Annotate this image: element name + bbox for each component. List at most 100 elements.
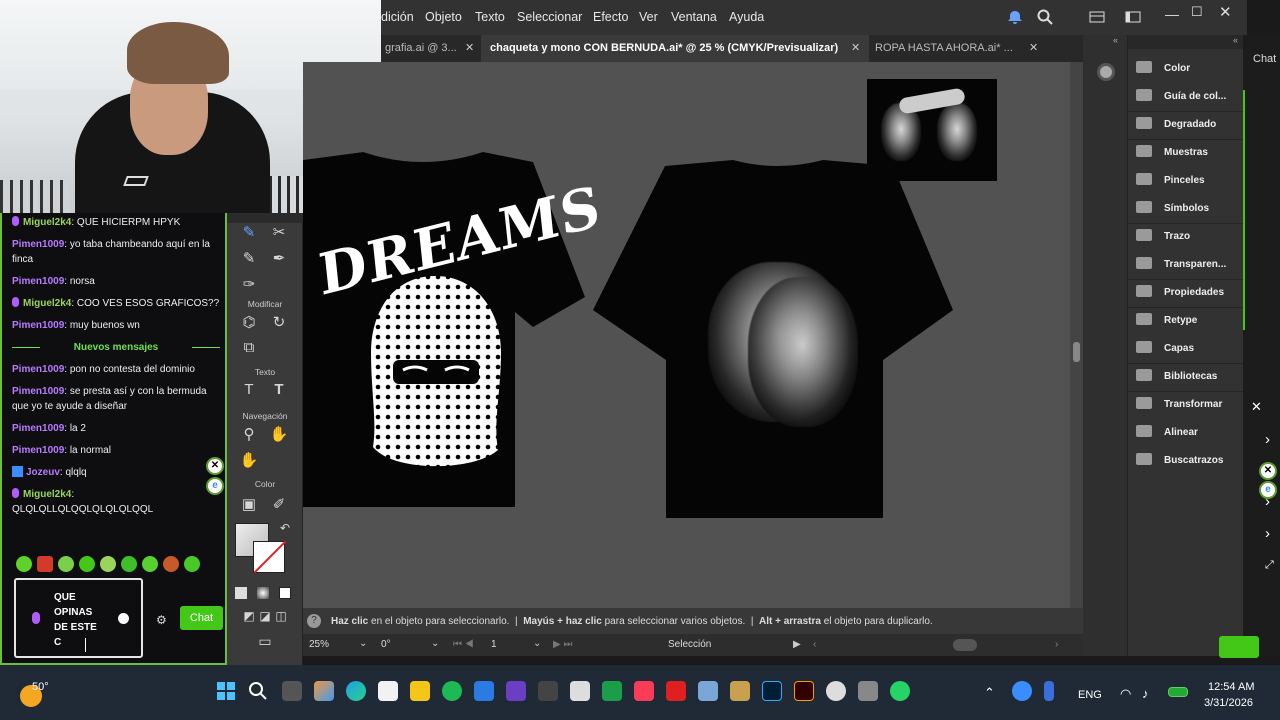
- search-icon[interactable]: [1037, 9, 1053, 25]
- emote-icon[interactable]: [16, 556, 32, 572]
- obs-icon[interactable]: [826, 681, 846, 701]
- menu-item-ventana[interactable]: Ventana: [671, 10, 717, 24]
- microphone-icon[interactable]: [1044, 681, 1054, 701]
- app-icon[interactable]: [730, 681, 750, 701]
- menu-item-edicion[interactable]: dición: [381, 10, 414, 24]
- calculator-icon[interactable]: [698, 681, 718, 701]
- side-chat-button[interactable]: [1219, 636, 1259, 658]
- panel-color[interactable]: Color: [1136, 59, 1190, 79]
- settings-icon[interactable]: [858, 681, 878, 701]
- screen-mode-icon[interactable]: ▭: [255, 633, 275, 650]
- edge-browser-icon[interactable]: [346, 681, 366, 701]
- shape-builder-tool-icon[interactable]: ⧉: [239, 339, 259, 356]
- maximize-button[interactable]: ☐: [1191, 4, 1203, 20]
- emote-icon[interactable]: [37, 556, 53, 572]
- minimize-button[interactable]: —: [1165, 6, 1179, 22]
- music-icon[interactable]: [634, 681, 654, 701]
- collapse-icon[interactable]: «: [1233, 35, 1238, 45]
- spreadsheet-icon[interactable]: [602, 681, 622, 701]
- edge-icon[interactable]: e: [206, 477, 224, 495]
- bell-icon[interactable]: [1007, 9, 1023, 25]
- collapse-icon[interactable]: «: [1113, 35, 1118, 45]
- chevron-up-icon[interactable]: ⌃: [984, 685, 995, 701]
- artboard-number[interactable]: 1: [491, 639, 497, 650]
- photoshop-icon[interactable]: [762, 681, 782, 701]
- chevron-down-icon[interactable]: ⌄: [533, 638, 541, 649]
- panel-layers[interactable]: Capas: [1136, 339, 1194, 359]
- menu-item-seleccionar[interactable]: Seleccionar: [517, 10, 582, 24]
- chat-username[interactable]: Miguel2k4: [23, 489, 71, 500]
- panel-pathfinder[interactable]: Buscatrazos: [1136, 451, 1223, 471]
- panel-libraries[interactable]: Bibliotecas: [1136, 367, 1217, 387]
- panel-swatches[interactable]: Muestras: [1136, 143, 1208, 163]
- close-tab-icon[interactable]: ✕: [465, 35, 474, 62]
- panel-symbols[interactable]: Símbolos: [1136, 199, 1209, 219]
- scroll-right-icon[interactable]: ›: [1055, 639, 1058, 650]
- language-indicator[interactable]: ENG: [1078, 689, 1102, 701]
- search-icon[interactable]: [248, 681, 268, 701]
- chat-username[interactable]: Pimen1009: [12, 386, 64, 397]
- chat-username[interactable]: Pimen1009: [12, 423, 64, 434]
- clock-date[interactable]: 3/31/2026: [1204, 697, 1253, 709]
- emote-icon[interactable]: [121, 556, 137, 572]
- chat-username[interactable]: Pimen1009: [12, 364, 64, 375]
- cloud-icon[interactable]: [1012, 681, 1032, 701]
- chat-input[interactable]: QUE OPINAS DE ESTE C: [14, 578, 143, 658]
- properties-icon[interactable]: [1097, 63, 1115, 81]
- chat-username[interactable]: Pimen1009: [12, 445, 64, 456]
- panel-color-guide[interactable]: Guía de col...: [1136, 87, 1226, 107]
- pen-tool-icon[interactable]: ✎: [239, 223, 259, 241]
- width-tool-icon[interactable]: ⌬: [239, 313, 259, 331]
- chevron-right-icon[interactable]: ›: [1265, 525, 1270, 542]
- emote-icon[interactable]: [100, 556, 116, 572]
- chevron-down-icon[interactable]: ⌄: [431, 638, 439, 649]
- panel-align[interactable]: Alinear: [1136, 423, 1198, 443]
- file-explorer-icon[interactable]: [410, 681, 430, 701]
- emote-icon[interactable]: [163, 556, 179, 572]
- hand-tool-icon[interactable]: ✋: [269, 425, 289, 443]
- artboard-nav-arrows[interactable]: ⏮ ◀: [453, 639, 474, 650]
- shaper-tool-icon[interactable]: ✑: [239, 275, 259, 293]
- chat-username[interactable]: Pimen1009: [12, 276, 64, 287]
- security-shield-icon[interactable]: [474, 681, 494, 701]
- menu-item-efecto[interactable]: Efecto: [593, 10, 628, 24]
- artboard-nav-arrows[interactable]: ▶ ⏭: [553, 639, 572, 650]
- panel-brushes[interactable]: Pinceles: [1136, 171, 1205, 191]
- chat-username[interactable]: Miguel2k4: [23, 298, 71, 309]
- chat-username[interactable]: Pimen1009: [12, 239, 64, 250]
- vertical-scrollbar[interactable]: [1070, 62, 1083, 608]
- scroll-left-icon[interactable]: ‹: [813, 639, 816, 650]
- type-tool-icon[interactable]: T: [269, 381, 289, 398]
- rotate-tool-icon[interactable]: ↻: [269, 313, 289, 331]
- close-window-button[interactable]: ✕: [1219, 3, 1232, 21]
- close-tab-icon[interactable]: ✕: [851, 35, 860, 62]
- edge-icon[interactable]: e: [1259, 481, 1277, 499]
- arrange-documents-icon[interactable]: [1089, 11, 1105, 23]
- close-tab-icon[interactable]: ✕: [1029, 35, 1038, 62]
- emote-icon[interactable]: [142, 556, 158, 572]
- panel-properties[interactable]: Propiedades: [1136, 283, 1224, 303]
- rotation-value[interactable]: 0°: [381, 639, 391, 650]
- notepad-icon[interactable]: [570, 681, 590, 701]
- menu-item-texto[interactable]: Texto: [475, 10, 505, 24]
- swap-colors-icon[interactable]: ↶: [275, 521, 295, 535]
- zoom-level[interactable]: 25%: [309, 639, 329, 650]
- clock-time[interactable]: 12:54 AM: [1208, 681, 1254, 693]
- none-mode-icon[interactable]: [279, 587, 291, 599]
- play-icon[interactable]: ▶: [793, 639, 801, 650]
- menu-item-objeto[interactable]: Objeto: [425, 10, 462, 24]
- volume-icon[interactable]: ♪: [1142, 686, 1149, 701]
- reference-image[interactable]: [867, 79, 997, 181]
- copilot-icon[interactable]: [314, 681, 334, 701]
- chevron-down-icon[interactable]: ⌄: [359, 638, 367, 649]
- gradient-tool-icon[interactable]: ▣: [239, 495, 259, 513]
- app-icon[interactable]: [538, 681, 558, 701]
- battery-icon[interactable]: [1168, 687, 1188, 697]
- new-messages-separator[interactable]: Nuevos mensajes: [12, 340, 220, 355]
- expand-icon[interactable]: ⤢: [1265, 559, 1274, 572]
- blob-brush-tool-icon[interactable]: ✒: [269, 249, 289, 267]
- emote-icon[interactable]: [184, 556, 200, 572]
- chat-send-button[interactable]: Chat: [180, 606, 223, 630]
- menu-item-ayuda[interactable]: Ayuda: [729, 10, 764, 24]
- store-icon[interactable]: [378, 681, 398, 701]
